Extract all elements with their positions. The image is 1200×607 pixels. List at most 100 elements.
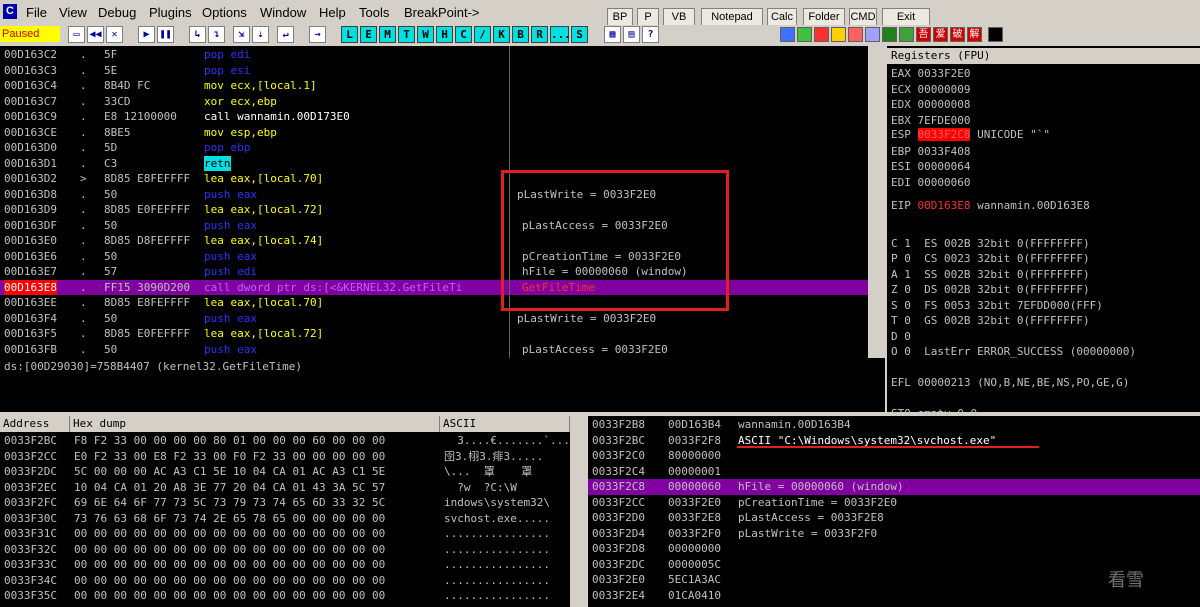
- disasm-row[interactable]: 00D163D9. 8D85 E0FEFFFF lea eax,[local.72]: [0, 202, 509, 218]
- plugin2-icon[interactable]: [797, 27, 812, 42]
- dump-row[interactable]: 0033F2CC E0 F2 33 00 E8 F2 33 00 F0 F2 33…: [0, 449, 570, 465]
- pause-icon[interactable]: ❚❚: [157, 26, 174, 43]
- step-over-icon[interactable]: ↴: [208, 26, 225, 43]
- breakpoints-button[interactable]: B: [512, 26, 529, 43]
- dump-header-address[interactable]: Address: [0, 416, 70, 432]
- disasm-row[interactable]: 00D163E7. 57 push edi: [0, 264, 509, 280]
- cpu-button[interactable]: C: [455, 26, 472, 43]
- dump-header-hex[interactable]: Hex dump: [70, 416, 440, 432]
- menu-plugins[interactable]: Plugins: [149, 5, 192, 20]
- stack-pane[interactable]: 0033F2B8 00D163B4 wannamin.00D163B4 0033F2B…: [588, 416, 1200, 607]
- trace-into-icon[interactable]: ⇲: [233, 26, 250, 43]
- windows-button[interactable]: W: [417, 26, 434, 43]
- disasm-row[interactable]: 00D163C7. 33CD xor ecx,ebp: [0, 94, 509, 110]
- modules-button[interactable]: E: [360, 26, 377, 43]
- run-icon[interactable]: ▶: [138, 26, 155, 43]
- dump-row[interactable]: 0033F32C 00 00 00 00 00 00 00 00 00 00 00…: [0, 542, 570, 558]
- menu-window[interactable]: Window: [260, 5, 306, 20]
- disasm-row[interactable]: 00D163F4. 50 push eax: [0, 311, 509, 327]
- disasm-row[interactable]: 00D163FB. 50 push eax: [0, 342, 509, 358]
- disasm-row[interactable]: 00D163D2 >8D85 E8FEFFFF lea eax,[local.70]: [0, 171, 509, 187]
- stack-row[interactable]: 0033F2D8 00000000: [588, 541, 1200, 557]
- log-window-button[interactable]: L: [341, 26, 358, 43]
- dump-header-ascii[interactable]: ASCII: [440, 416, 570, 432]
- reg-esp[interactable]: ESP 0033F2C8 UNICODE "`": [891, 128, 1050, 141]
- stack-row[interactable]: 0033F2CC 0033F2E0 pCreationTime = 0033F2E0: [588, 495, 1200, 511]
- menu-view[interactable]: View: [59, 5, 87, 20]
- goto-icon[interactable]: →: [309, 26, 326, 43]
- stack-row[interactable]: 0033F2D0 0033F2E8 pLastAccess = 0033F2E8: [588, 510, 1200, 526]
- register-line[interactable]: T 0 GS 002B 32bit 0(FFFFFFFF): [891, 313, 1090, 329]
- disasm-row[interactable]: 00D163E8. FF15 3090D200 call dword ptr ds:…: [0, 279, 868, 295]
- register-line[interactable]: Z 0 DS 002B 32bit 0(FFFFFFFF): [891, 282, 1090, 298]
- dump-row[interactable]: 0033F35C 00 00 00 00 00 00 00 00 00 00 00…: [0, 588, 570, 604]
- stack-row[interactable]: 0033F2D4 0033F2F0 pLastWrite = 0033F2F0: [588, 526, 1200, 542]
- memory-button[interactable]: M: [379, 26, 396, 43]
- stack-row[interactable]: 0033F2B8 00D163B4 wannamin.00D163B4: [588, 417, 1200, 433]
- register-line[interactable]: EBX 7EFDE000: [891, 113, 970, 129]
- restart-icon[interactable]: ◀◀: [87, 26, 104, 43]
- plugin5-icon[interactable]: [848, 27, 863, 42]
- register-line[interactable]: EBP 0033F408: [891, 144, 970, 160]
- step-into-icon[interactable]: ↳: [189, 26, 206, 43]
- disasm-row[interactable]: 00D163D0. 5D pop ebp: [0, 140, 509, 156]
- dump-row[interactable]: 0033F33C 00 00 00 00 00 00 00 00 00 00 00…: [0, 557, 570, 573]
- references-button[interactable]: R: [531, 26, 548, 43]
- menu-debug[interactable]: Debug: [98, 5, 136, 20]
- register-line[interactable]: ECX 00000009: [891, 82, 970, 98]
- menu-help[interactable]: Help: [319, 5, 346, 20]
- help-icon[interactable]: ?: [642, 26, 659, 43]
- menu-file[interactable]: File: [26, 5, 47, 20]
- execute-till-return-icon[interactable]: ↵: [277, 26, 294, 43]
- disasm-row[interactable]: 00D163C4. 8B4D FC mov ecx,[local.1]: [0, 78, 509, 94]
- options-icon[interactable]: ▤: [623, 26, 640, 43]
- disasm-row[interactable]: 00D163E0. 8D85 D8FEFFFF lea eax,[local.74]: [0, 233, 509, 249]
- register-line[interactable]: EDX 00000008: [891, 97, 970, 113]
- register-line[interactable]: S 0 FS 0053 32bit 7EFDD000(FFF): [891, 298, 1103, 314]
- plugin-black-icon[interactable]: [988, 27, 1003, 42]
- grid-icon[interactable]: ▦: [604, 26, 621, 43]
- register-line[interactable]: C 1 ES 002B 32bit 0(FFFFFFFF): [891, 236, 1090, 252]
- dump-row[interactable]: 0033F2EC 10 04 CA 01 20 A8 3E 77 20 04 CA…: [0, 480, 570, 496]
- disasm-row[interactable]: 00D163C3. 5E pop esi: [0, 63, 509, 79]
- register-line[interactable]: EDI 00000060: [891, 175, 970, 191]
- menu-options[interactable]: Options: [202, 5, 247, 20]
- dump-scrollbar[interactable]: [570, 416, 586, 607]
- disasm-row[interactable]: 00D163EE. 8D85 E8FEFFFF lea eax,[local.70]: [0, 295, 509, 311]
- trace-over-icon[interactable]: ⇣: [252, 26, 269, 43]
- cjk-button-3[interactable]: 破: [950, 27, 965, 42]
- register-line[interactable]: EAX 0033F2E0: [891, 66, 970, 82]
- source-button[interactable]: S: [571, 26, 588, 43]
- disasm-row[interactable]: 00D163F5. 8D85 E0FEFFFF lea eax,[local.72]: [0, 326, 509, 342]
- threads-button[interactable]: T: [398, 26, 415, 43]
- disasm-row[interactable]: 00D163DF. 50 push eax: [0, 218, 509, 234]
- dump-pane[interactable]: Address Hex dump ASCII 0033F2BC F8 F2 33 …: [0, 416, 570, 607]
- reg-eip[interactable]: EIP 00D163E8 wannamin.00D163E8: [891, 199, 1090, 212]
- plugin1-icon[interactable]: [780, 27, 795, 42]
- disasm-row[interactable]: 00D163D1. C3 retn: [0, 155, 509, 171]
- dump-row[interactable]: 0033F2DC 5C 00 00 00 AC A3 C1 5E 10 04 CA…: [0, 464, 570, 480]
- app-icon[interactable]: C: [3, 4, 17, 19]
- disasm-row[interactable]: 00D163CE. 8BE5 mov esp,ebp: [0, 125, 509, 141]
- dump-row[interactable]: 0033F2FC 69 6E 64 6F 77 73 5C 73 79 73 74…: [0, 495, 570, 511]
- call-stack-button[interactable]: K: [493, 26, 510, 43]
- dump-row[interactable]: 0033F30C 73 76 63 68 6F 73 74 2E 65 78 65…: [0, 511, 570, 527]
- close-icon[interactable]: ✕: [106, 26, 123, 43]
- dump-row[interactable]: 0033F2BC F8 F2 33 00 00 00 00 80 01 00 00…: [0, 433, 570, 449]
- stack-row[interactable]: 0033F2C4 00000001: [588, 464, 1200, 480]
- plugin6-icon[interactable]: [865, 27, 880, 42]
- disasm-row[interactable]: 00D163E6. 50 push eax: [0, 249, 509, 265]
- plugin7-icon[interactable]: [882, 27, 897, 42]
- cjk-button-4[interactable]: 解: [967, 27, 982, 42]
- cjk-button-2[interactable]: 爱: [933, 27, 948, 42]
- disasm-row[interactable]: 00D163C9. E8 12100000 call wannamin.00D173…: [0, 109, 509, 125]
- register-line[interactable]: P 0 CS 0023 32bit 0(FFFFFFFF): [891, 251, 1090, 267]
- register-line[interactable]: D 0: [891, 329, 911, 345]
- disasm-row[interactable]: 00D163D8. 50 push eax: [0, 187, 509, 203]
- handles-button[interactable]: H: [436, 26, 453, 43]
- stack-row[interactable]: 0033F2C8 00000060 hFile = 00000060 (window…: [588, 479, 1200, 495]
- disasm-row[interactable]: 00D163C2. 5F pop edi: [0, 47, 509, 63]
- run-trace-button[interactable]: ...: [550, 26, 571, 43]
- disassembly-scrollbar[interactable]: [868, 46, 885, 358]
- plugin3-icon[interactable]: [814, 27, 829, 42]
